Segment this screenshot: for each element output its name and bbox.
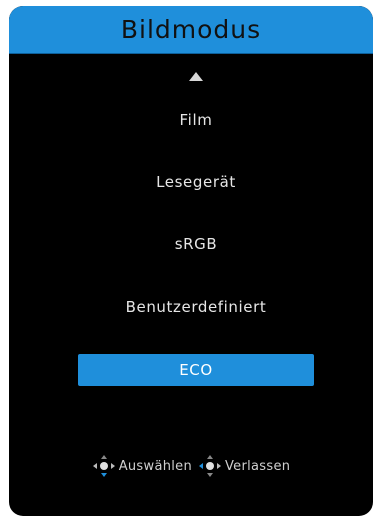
menu-item-srgb[interactable]: sRGB xyxy=(78,228,314,260)
menu-item-lesegeraet[interactable]: Lesegerät xyxy=(78,166,314,198)
menu-item-eco[interactable]: ECO xyxy=(78,354,314,386)
joystick-left-icon xyxy=(198,454,222,478)
menu-item-benutzerdefiniert[interactable]: Benutzerdefiniert xyxy=(78,291,314,323)
menu-item-label: Film xyxy=(179,111,213,129)
menu-item-label: ECO xyxy=(179,361,213,379)
osd-footer: Auswählen Verlassen xyxy=(9,452,373,480)
osd-menu-panel: Bildmodus Film Lesegerät sRGB Benutzerde… xyxy=(9,6,373,516)
menu-item-label: Benutzerdefiniert xyxy=(125,298,267,316)
menu-item-film[interactable]: Film xyxy=(78,104,314,136)
osd-header: Bildmodus xyxy=(9,6,373,54)
osd-title: Bildmodus xyxy=(120,15,262,44)
joystick-down-icon xyxy=(92,454,116,478)
menu-item-label: sRGB xyxy=(174,235,218,253)
menu-item-label: Lesegerät xyxy=(156,173,236,191)
select-hint-label: Auswählen xyxy=(118,458,192,474)
scroll-up-icon[interactable] xyxy=(189,72,203,81)
exit-hint-label: Verlassen xyxy=(225,458,291,474)
